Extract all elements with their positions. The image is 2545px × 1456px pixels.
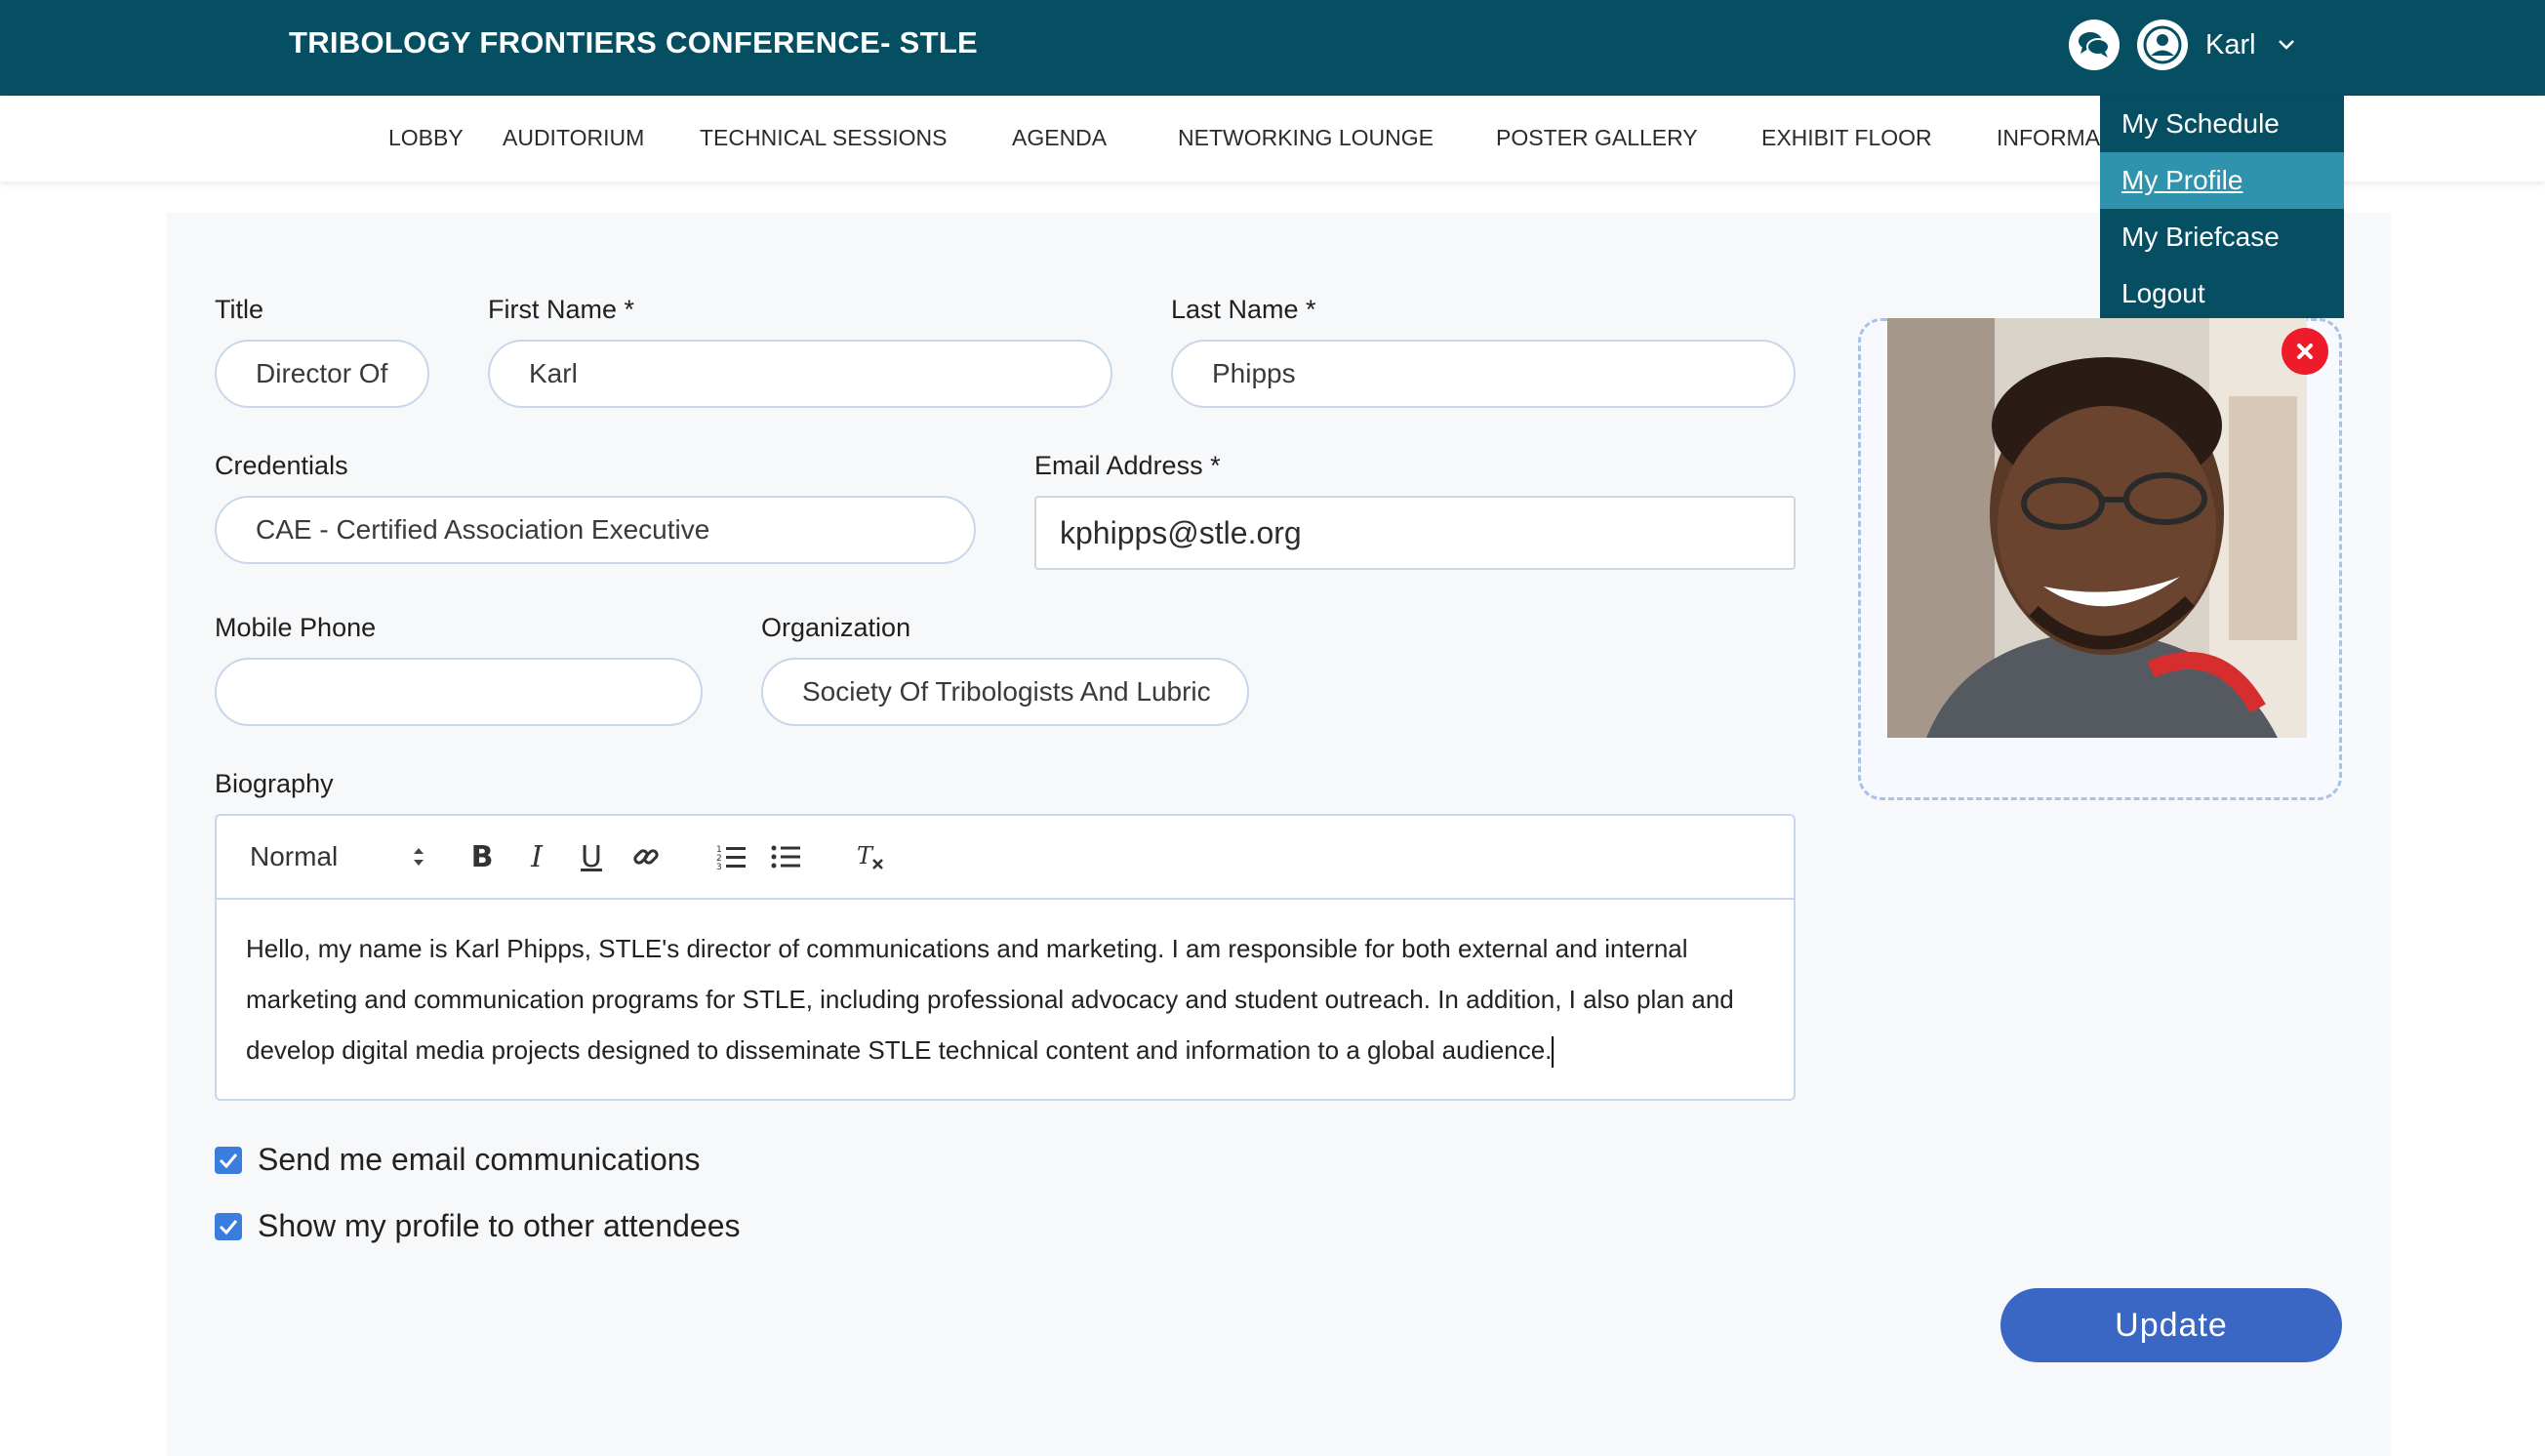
chat-icon xyxy=(2079,32,2110,58)
user-avatar xyxy=(2137,20,2188,70)
conference-title: TRIBOLOGY FRONTIERS CONFERENCE- STLE xyxy=(289,25,979,60)
italic-icon[interactable]: I xyxy=(519,839,554,874)
first-name-field[interactable]: Karl xyxy=(488,340,1112,408)
editor-toolbar: Normal B I U 1 2 3 T xyxy=(217,816,1794,900)
nav-lobby[interactable]: LOBBY xyxy=(388,125,464,151)
checkbox-checked xyxy=(215,1146,242,1174)
credentials-label: Credentials xyxy=(215,451,348,480)
nav-agenda[interactable]: AGENDA xyxy=(1012,125,1107,151)
text-caret xyxy=(1552,1036,1555,1069)
email-communications-label: Send me email communications xyxy=(258,1142,701,1177)
svg-text:T: T xyxy=(857,842,874,870)
show-profile-label: Show my profile to other attendees xyxy=(258,1208,741,1243)
nav-information[interactable]: INFORMA xyxy=(1997,125,2100,151)
email-field[interactable]: kphipps@stle.org xyxy=(1034,496,1796,570)
user-circle-icon xyxy=(2143,25,2182,64)
nav-networking-lounge[interactable]: NETWORKING LOUNGE xyxy=(1178,125,1434,151)
chevron-down-icon xyxy=(2278,40,2294,50)
nav-technical-sessions[interactable]: TECHNICAL SESSIONS xyxy=(700,125,947,151)
svg-text:3: 3 xyxy=(716,863,722,870)
menu-my-schedule[interactable]: My Schedule xyxy=(2100,96,2344,152)
ordered-list-icon[interactable]: 1 2 3 xyxy=(712,839,751,874)
link-icon[interactable] xyxy=(628,839,664,874)
biography-label: Biography xyxy=(215,769,334,798)
chat-button[interactable] xyxy=(2069,20,2120,70)
last-name-field[interactable]: Phipps xyxy=(1171,340,1796,408)
clear-format-icon[interactable]: T xyxy=(851,839,890,874)
user-name: Karl xyxy=(2205,28,2256,61)
last-name-label: Last Name * xyxy=(1171,295,1316,324)
nav-auditorium[interactable]: AUDITORIUM xyxy=(503,125,644,151)
check-icon xyxy=(219,1153,238,1168)
organization-label: Organization xyxy=(761,613,911,642)
format-select-value: Normal xyxy=(250,841,339,871)
bold-icon[interactable]: B xyxy=(465,839,500,874)
user-menu-toggle[interactable]: Karl xyxy=(2137,20,2295,70)
mobile-phone-label: Mobile Phone xyxy=(215,613,377,642)
bullet-list-icon[interactable] xyxy=(767,839,806,874)
email-label: Email Address * xyxy=(1034,451,1221,480)
update-button[interactable]: Update xyxy=(2000,1288,2342,1362)
title-field[interactable]: Director Of xyxy=(215,340,429,408)
mobile-phone-field[interactable] xyxy=(215,658,703,726)
title-label: Title xyxy=(215,295,264,324)
nav-exhibit-floor[interactable]: EXHIBIT FLOOR xyxy=(1761,125,1932,151)
menu-my-briefcase[interactable]: My Briefcase xyxy=(2100,209,2344,265)
biography-editor: Normal B I U 1 2 3 T Hello, my name is K… xyxy=(215,814,1796,1101)
menu-my-profile[interactable]: My Profile xyxy=(2100,152,2344,209)
email-communications-checkbox[interactable]: Send me email communications xyxy=(215,1142,701,1178)
underline-icon[interactable]: U xyxy=(574,839,609,874)
organization-field[interactable]: Society Of Tribologists And Lubric xyxy=(761,658,1249,726)
menu-logout[interactable]: Logout xyxy=(2100,265,2344,318)
biography-content: Hello, my name is Karl Phipps, STLE's di… xyxy=(246,934,1734,1065)
user-dropdown-menu: My Schedule My Profile My Briefcase Logo… xyxy=(2100,96,2344,318)
show-profile-checkbox[interactable]: Show my profile to other attendees xyxy=(215,1208,741,1244)
profile-photo xyxy=(1887,318,2307,738)
biography-text[interactable]: Hello, my name is Karl Phipps, STLE's di… xyxy=(217,900,1794,1099)
checkbox-checked xyxy=(215,1212,242,1240)
check-icon xyxy=(219,1219,238,1234)
up-down-arrows-icon xyxy=(414,848,424,866)
format-select[interactable]: Normal xyxy=(250,839,425,874)
first-name-label: First Name * xyxy=(488,295,635,324)
nav-poster-gallery[interactable]: POSTER GALLERY xyxy=(1496,125,1698,151)
credentials-field[interactable]: CAE - Certified Association Executive xyxy=(215,496,976,564)
remove-photo-button[interactable] xyxy=(2282,328,2328,375)
top-bar: TRIBOLOGY FRONTIERS CONFERENCE- STLE Kar… xyxy=(0,0,2545,96)
close-icon xyxy=(2297,344,2313,359)
